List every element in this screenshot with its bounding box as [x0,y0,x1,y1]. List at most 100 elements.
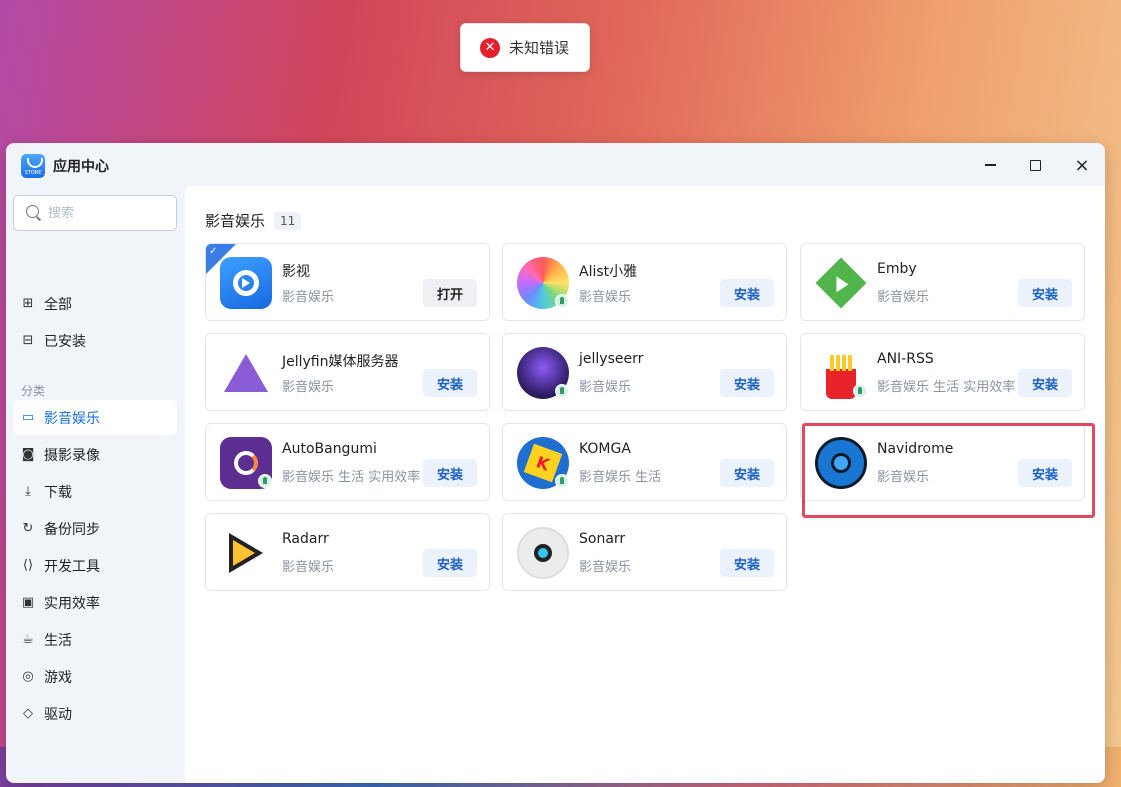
install-button[interactable]: 安装 [720,549,774,577]
app-tags: 影音娱乐 [282,560,335,575]
camera-icon: ◙ [21,447,35,462]
sidebar: ⊞ 全部 ⊟ 已安装 ▭ 影音娱乐 ◙ 摄影录像 ⤓ 下载 ↻ 备份同步 ⟨⟩ 开发工具 ▣ 实用效率 ☕ 生活 ◎… [6,186,185,783]
sidebar-item-label: 影音娱乐 [44,410,100,427]
app-tags: 影音娱乐 [579,380,632,395]
app-tags: 影音娱乐 [877,470,930,485]
install-button[interactable]: 安装 [423,459,477,487]
install-button[interactable]: 安装 [720,279,774,307]
install-button[interactable]: 安装 [720,459,774,487]
app-card[interactable]: jellyseerr 影音娱乐 安装 [502,333,787,411]
install-button[interactable]: 安装 [1018,459,1072,487]
emby-icon [815,257,867,309]
search-icon [26,205,42,221]
app-name: Alist小雅 [579,264,638,280]
store-badge-icon [555,384,569,398]
app-card[interactable]: 影视 影音娱乐 打开 ✓ [205,243,490,321]
app-card[interactable]: K KOMGA 影音娱乐 生活 安装 [502,423,787,501]
app-card[interactable]: Alist小雅 影音娱乐 安装 [502,243,787,321]
video-icon: ▭ [21,410,35,425]
app-name: ANI-RSS [877,351,934,367]
store-badge-icon [555,294,569,308]
minimize-button[interactable] [978,153,1002,177]
app-card[interactable]: AutoBangumi 影音娱乐 生活 实用效率 安装 [205,423,490,501]
app-tags: 影音娱乐 生活 [579,470,662,485]
gamepad-icon: ◎ [22,669,34,684]
cube-icon: ◇ [23,706,33,721]
open-button[interactable]: 打开 [423,279,477,307]
sidebar-item-label: 摄影录像 [44,447,100,464]
app-card[interactable]: Radarr 影音娱乐 安装 [205,513,490,591]
installed-icon: ⊟ [22,333,34,348]
radarr-icon [220,527,272,579]
sidebar-item-label: 全部 [44,296,72,313]
search-box[interactable] [13,195,177,231]
jellyfin-icon [220,347,272,399]
app-card[interactable]: Navidrome 影音娱乐 安装 [800,423,1085,501]
app-tags: 影音娱乐 [282,380,335,395]
sonarr-icon [517,527,569,579]
titlebar: STORE 应用中心 × [6,143,1105,186]
sidebar-item[interactable]: ▣ 实用效率 [14,585,177,620]
sidebar-item[interactable]: ◎ 游戏 [14,659,177,694]
close-button[interactable]: × [1070,153,1094,177]
error-toast: ✕ 未知错误 [460,23,590,72]
app-name: Navidrome [877,441,954,457]
app-name: AutoBangumi [282,441,377,457]
sidebar-item[interactable]: ⊞ 全部 [14,286,177,321]
install-button[interactable]: 安装 [423,549,477,577]
maximize-icon [1029,159,1041,171]
app-card[interactable]: Sonarr 影音娱乐 安装 [502,513,787,591]
category-count-badge: 11 [274,211,302,230]
download-icon: ⤓ [25,484,31,499]
install-button[interactable]: 安装 [1018,279,1072,307]
app-name: Radarr [282,531,329,547]
category-header: 影音娱乐 11 [205,210,302,231]
app-card[interactable]: ANI-RSS 影音娱乐 生活 实用效率 安装 [800,333,1085,411]
maximize-button[interactable] [1023,153,1047,177]
sidebar-item[interactable]: ⟨⟩ 开发工具 [14,548,177,583]
sidebar-item[interactable]: ⊟ 已安装 [14,323,177,358]
install-button[interactable]: 安装 [423,369,477,397]
sidebar-item[interactable]: ↻ 备份同步 [14,511,177,546]
window-title: 应用中心 [53,159,109,175]
store-logo-icon: STORE [21,154,45,178]
sidebar-item-label: 驱动 [44,706,72,723]
toolbox-icon: ▣ [21,595,35,610]
app-tags: 影音娱乐 [282,290,335,305]
install-button[interactable]: 安装 [1018,369,1072,397]
store-badge-icon [853,384,867,398]
sidebar-item[interactable]: ◙ 摄影录像 [14,437,177,472]
sync-icon: ↻ [22,521,34,536]
minimize-icon [984,164,996,166]
grid-icon: ⊞ [22,296,34,311]
sidebar-item-label: 已安装 [44,333,86,350]
install-button[interactable]: 安装 [720,369,774,397]
app-name: Jellyfin媒体服务器 [282,354,399,370]
sidebar-item[interactable]: ⤓ 下载 [14,474,177,509]
sidebar-item-label: 游戏 [44,669,72,686]
app-name: KOMGA [579,441,631,457]
sidebar-item-label: 实用效率 [44,595,100,612]
error-circle-icon: ✕ [480,37,500,58]
store-badge-icon [258,474,272,488]
main-content: 影音娱乐 11 影视 影音娱乐 打开 ✓ Alist小雅 影音娱乐 安装 Emby 影音娱乐 安装… [185,186,1105,783]
app-card[interactable]: Emby 影音娱乐 安装 [800,243,1085,321]
search-input[interactable] [48,205,158,221]
app-name: Emby [877,261,917,277]
app-tags: 影音娱乐 生活 实用效率 [877,380,1016,395]
app-tags: 影音娱乐 [877,290,930,305]
sidebar-item-label: 开发工具 [44,558,100,575]
sidebar-item[interactable]: ▭ 影音娱乐 [14,400,177,435]
app-name: jellyseerr [579,351,644,367]
sidebar-item-label: 备份同步 [44,521,100,538]
sidebar-item[interactable]: ☕ 生活 [14,622,177,657]
app-card[interactable]: Jellyfin媒体服务器 影音娱乐 安装 [205,333,490,411]
toast-message: 未知错误 [509,39,570,57]
navidrome-icon [815,437,867,489]
sidebar-item-label: 生活 [44,632,72,649]
app-tags: 影音娱乐 [579,560,632,575]
sidebar-item-label: 下载 [44,484,72,501]
app-tags: 影音娱乐 [579,290,632,305]
sidebar-item[interactable]: ◇ 驱动 [14,696,177,731]
app-name: 影视 [282,264,310,280]
